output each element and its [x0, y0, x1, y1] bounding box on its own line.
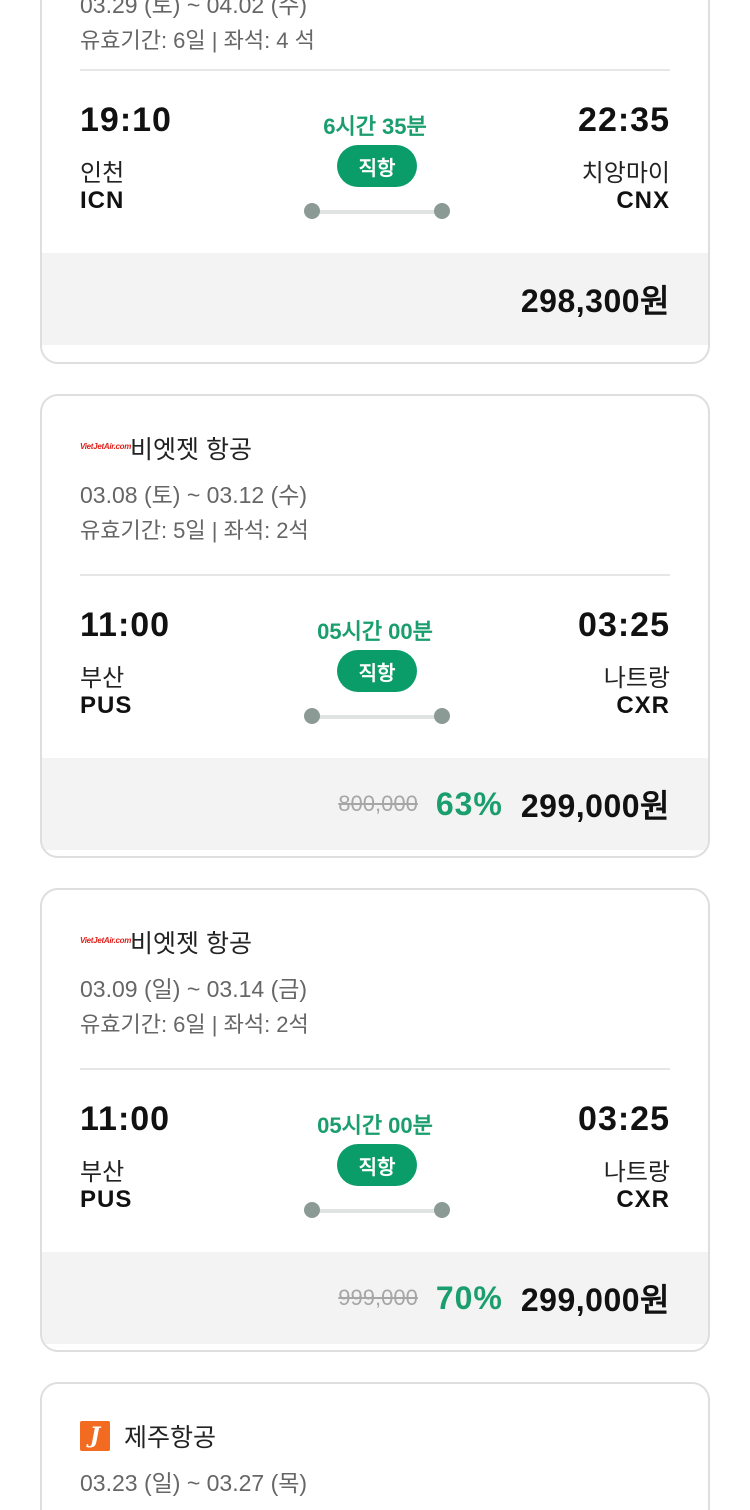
route-line [311, 210, 442, 214]
vietjet-logo-icon: VietJetAir.com [80, 442, 132, 451]
departure-city: 부산 [80, 1159, 125, 1186]
arrival-code: CNX [616, 187, 670, 214]
original-price: 999,000 [338, 1285, 418, 1310]
travel-dates: 03.09 (일) ~ 03.14 (금) [80, 976, 308, 1002]
route-end-dot [434, 1202, 450, 1218]
flight-route: 11:00 부산 PUS 05시간 00분 직항 03:25 나트랑 CXR [80, 576, 670, 726]
vietjet-logo-icon: VietJetAir.com [80, 936, 132, 945]
route-end-dot [434, 708, 450, 724]
sale-price: 299,000원 [520, 1282, 670, 1318]
airline-row: J 제주항공 [80, 1416, 670, 1456]
original-price: 800,000 [338, 791, 418, 816]
direct-flight-badge: 직항 [337, 650, 417, 692]
airline-name: 비엣젯 항공 [130, 436, 252, 464]
departure-code: PUS [80, 692, 133, 719]
departure-city: 인천 [80, 160, 125, 187]
arrival-time: 22:35 [578, 101, 670, 139]
flight-card[interactable]: VietJetAir.com 비엣젯 항공 03.08 (토) ~ 03.12 … [40, 394, 710, 858]
price-bar: 800,000 63% 299,000원 [42, 758, 708, 850]
route-start-dot [304, 1202, 320, 1218]
discount-rate: 70% [435, 1279, 503, 1316]
flight-route: 11:00 부산 PUS 05시간 00분 직항 03:25 나트랑 CXR [80, 1070, 670, 1220]
route-start-dot [304, 708, 320, 724]
route-line [311, 1209, 442, 1213]
arrival-city: 치앙마이 [581, 160, 670, 187]
travel-dates: 03.08 (토) ~ 03.12 (수) [80, 482, 308, 508]
airline-name: 비엣젯 항공 [130, 930, 252, 958]
direct-flight-badge: 직항 [337, 1144, 417, 1186]
arrival-city: 나트랑 [603, 1159, 670, 1186]
departure-code: ICN [80, 187, 125, 214]
departure-code: PUS [80, 1186, 133, 1213]
travel-dates: 03.29 (토) ~ 04.02 (수) [80, 0, 308, 18]
route-end-dot [434, 203, 450, 219]
airline-row: VietJetAir.com 비엣젯 항공 [80, 922, 670, 962]
sale-price: 298,300원 [520, 283, 670, 319]
validity-seats: 유효기간: 6일 | 좌석: 4 석 [80, 28, 315, 53]
route-start-dot [304, 203, 320, 219]
flight-route: 19:10 인천 ICN 6시간 35분 직항 22:35 치앙마이 CNX [80, 71, 670, 221]
flight-card[interactable]: J 제주항공 03.23 (일) ~ 03.27 (목) [40, 1382, 710, 1510]
route-line [311, 715, 442, 719]
arrival-time: 03:25 [578, 606, 670, 644]
flight-card[interactable]: 03.29 (토) ~ 04.02 (수) 유효기간: 6일 | 좌석: 4 석… [40, 0, 710, 364]
jejuair-logo-icon: J [80, 1421, 110, 1451]
price-bar: 298,300원 [42, 253, 708, 345]
flight-card[interactable]: VietJetAir.com 비엣젯 항공 03.09 (일) ~ 03.14 … [40, 888, 710, 1352]
arrival-city: 나트랑 [603, 665, 670, 692]
direct-flight-badge: 직항 [337, 145, 417, 187]
price-bar: 999,000 70% 299,000원 [42, 1252, 708, 1344]
arrival-code: CXR [616, 1186, 670, 1213]
arrival-code: CXR [616, 692, 670, 719]
travel-dates: 03.23 (일) ~ 03.27 (목) [80, 1470, 308, 1496]
airline-name: 제주항공 [124, 1424, 217, 1452]
airline-row: VietJetAir.com 비엣젯 항공 [80, 428, 670, 468]
discount-rate: 63% [435, 785, 503, 822]
departure-city: 부산 [80, 665, 125, 692]
sale-price: 299,000원 [520, 788, 670, 824]
arrival-time: 03:25 [578, 1100, 670, 1138]
validity-seats: 유효기간: 5일 | 좌석: 2석 [80, 518, 309, 543]
validity-seats: 유효기간: 6일 | 좌석: 2석 [80, 1012, 309, 1037]
